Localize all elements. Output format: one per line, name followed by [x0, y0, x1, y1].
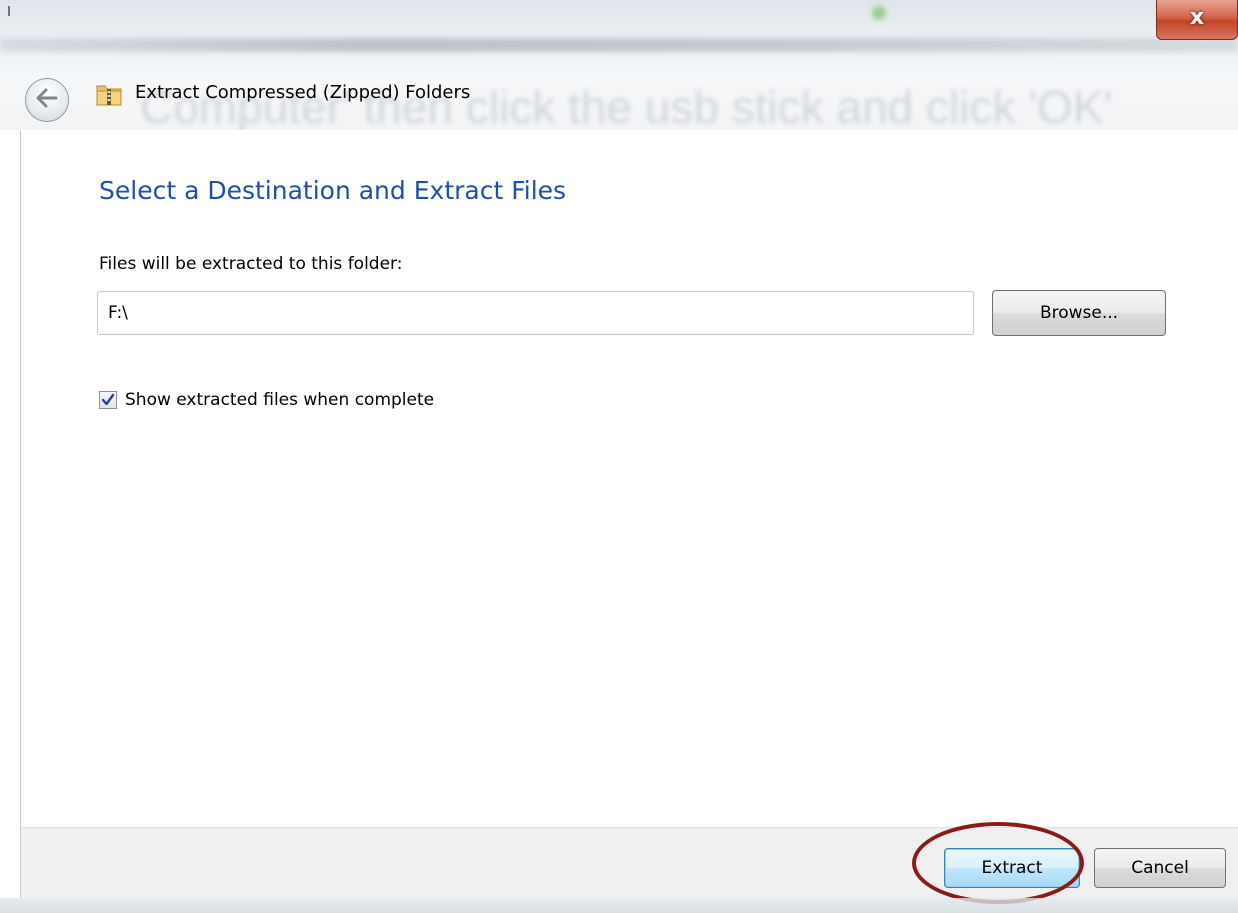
- browse-button[interactable]: Browse...: [992, 290, 1166, 336]
- extract-dialog-window: Computer' then click the usb stick and c…: [0, 0, 1238, 913]
- show-files-checkbox-label: Show extracted files when complete: [125, 390, 435, 410]
- zip-folder-icon: [96, 82, 122, 106]
- show-files-checkbox[interactable]: [99, 391, 117, 409]
- cancel-button[interactable]: Cancel: [1094, 848, 1226, 888]
- close-icon: x: [1189, 5, 1205, 30]
- dialog-footer: Extract Cancel: [20, 827, 1238, 898]
- close-button[interactable]: x: [1156, 0, 1238, 40]
- window-bottom-edge: [0, 898, 1238, 913]
- back-button[interactable]: [25, 78, 69, 122]
- window-title: Extract Compressed (Zipped) Folders: [135, 82, 471, 103]
- checkmark-icon: [101, 393, 115, 406]
- glass-reflection: [0, 38, 1238, 52]
- page-title: Select a Destination and Extract Files: [99, 176, 567, 205]
- destination-label: Files will be extracted to this folder:: [99, 254, 403, 274]
- show-files-checkbox-row[interactable]: Show extracted files when complete: [99, 390, 434, 410]
- glass-highlight: [872, 6, 886, 20]
- back-arrow-icon: [35, 88, 59, 112]
- window-corner-mark: [8, 6, 10, 16]
- dialog-content: Select a Destination and Extract Files F…: [20, 130, 1238, 827]
- destination-path-input[interactable]: [97, 291, 974, 335]
- extract-button[interactable]: Extract: [944, 848, 1080, 888]
